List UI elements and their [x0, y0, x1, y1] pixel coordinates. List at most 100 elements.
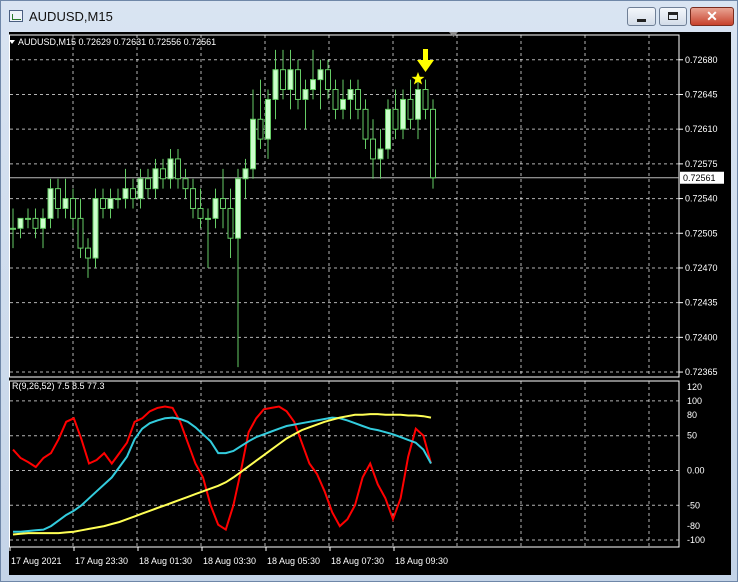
candle-body	[25, 217, 31, 220]
candle-body	[235, 178, 241, 239]
symbol-info: AUDUSD,M15 0.72629 0.72631 0.72556 0.725…	[18, 37, 216, 47]
candle-body	[145, 178, 151, 190]
maximize-icon	[668, 12, 678, 20]
candle-body	[77, 217, 84, 249]
candle-body	[47, 188, 54, 219]
candle-body	[130, 188, 136, 200]
grid	[9, 34, 680, 548]
close-icon: ✕	[706, 8, 718, 24]
candle-body	[190, 188, 196, 209]
candle-body	[325, 69, 331, 91]
candle-body	[347, 89, 354, 100]
candle-body	[122, 188, 129, 200]
chart-icon	[9, 10, 23, 22]
candle-body	[167, 158, 174, 180]
candle-body	[287, 69, 294, 91]
indicator-axis-label: -50	[687, 500, 700, 510]
candle-body	[182, 178, 189, 190]
candle-body	[377, 148, 384, 160]
maximize-button[interactable]	[659, 7, 687, 26]
time-label: 17 Aug 23:30	[75, 556, 128, 566]
indicator-line	[12, 405, 432, 532]
candle-body	[340, 98, 346, 110]
candle-body	[212, 198, 219, 219]
indicator-axis-label: 120	[687, 382, 702, 392]
candle-body	[32, 217, 39, 229]
title-bar[interactable]: AUDUSD,M15 ✕	[1, 1, 737, 32]
indicator-line	[13, 416, 432, 533]
candles	[10, 49, 436, 368]
candle-body	[242, 168, 249, 180]
candle-body	[175, 158, 181, 180]
price-label: 0.72435	[685, 298, 718, 308]
price-label: 0.72400	[685, 332, 718, 342]
candle-body	[92, 198, 99, 259]
indicator-axis-label: 0.00	[687, 465, 705, 475]
candle-body	[310, 79, 316, 91]
candle-body	[137, 178, 144, 200]
current-price-label: 0.72561	[683, 173, 716, 183]
chart-canvas[interactable]: 0.72680 0.72645 0.72610 0.72575 0.72540 0.725…	[9, 32, 731, 575]
candle-body	[362, 108, 369, 140]
price-label: 0.72540	[685, 194, 718, 204]
candle-body	[407, 98, 414, 120]
price-label: 0.72505	[685, 228, 718, 238]
candle-body	[107, 198, 114, 209]
candle-body	[100, 198, 106, 209]
indicator-axis-label: -100	[687, 535, 705, 545]
candle-body	[227, 207, 234, 239]
price-label: 0.72680	[685, 55, 718, 65]
terminal-window: AUDUSD,M15 ✕ 0.72680 0.72645 0.72610 0.7257…	[0, 0, 738, 582]
candle-body	[295, 69, 301, 100]
candle-body	[392, 108, 399, 130]
price-label: 0.72365	[685, 367, 718, 377]
price-label: 0.72645	[685, 89, 718, 99]
minimize-icon	[637, 19, 646, 22]
candle-body	[62, 198, 69, 209]
sell-arrow-icon	[417, 49, 434, 72]
candle-body	[250, 118, 256, 170]
candle-body	[55, 188, 61, 209]
candle-body	[430, 108, 436, 179]
candle-body	[302, 89, 309, 100]
candle-body	[400, 98, 406, 130]
chart-area[interactable]: 0.72680 0.72645 0.72610 0.72575 0.72540 0.725…	[9, 32, 731, 575]
candle-body	[10, 227, 16, 230]
candle-body	[332, 89, 339, 110]
time-label: 18 Aug 03:30	[203, 556, 256, 566]
price-label: 0.72575	[685, 159, 718, 169]
candle-body	[197, 207, 204, 219]
candle-body	[355, 89, 361, 110]
candle-body	[422, 89, 429, 110]
indicator-axis-label: 80	[687, 410, 697, 420]
candle-body	[265, 98, 271, 140]
candle-body	[85, 247, 91, 259]
candle-body	[70, 198, 76, 219]
candle-body	[220, 198, 226, 209]
candle-body	[17, 217, 24, 229]
indicator-line	[12, 413, 432, 536]
candle-body	[280, 69, 286, 91]
minimize-button[interactable]	[627, 7, 656, 26]
candle-body	[317, 69, 324, 81]
window-title: AUDUSD,M15	[29, 9, 113, 24]
candle-body	[370, 138, 376, 160]
time-label: 18 Aug 01:30	[139, 556, 192, 566]
price-label: 0.72470	[685, 263, 718, 273]
candle-body	[40, 217, 46, 229]
time-label: 17 Aug 2021	[11, 556, 62, 566]
candle-body	[160, 168, 166, 180]
candle-body	[385, 108, 391, 150]
candle-body	[205, 217, 211, 220]
time-label: 18 Aug 07:30	[331, 556, 384, 566]
time-label: 18 Aug 09:30	[395, 556, 448, 566]
indicator-axis-label: -80	[687, 521, 700, 531]
close-button[interactable]: ✕	[690, 7, 734, 26]
candle-body	[257, 118, 264, 140]
price-label: 0.72610	[685, 124, 718, 134]
candle-body	[152, 168, 159, 190]
indicator-label: R(9,26,52) 7.5 8.5 77.3	[12, 381, 105, 391]
time-label: 18 Aug 05:30	[267, 556, 320, 566]
candle-body	[272, 69, 279, 100]
candle-body	[115, 198, 121, 201]
